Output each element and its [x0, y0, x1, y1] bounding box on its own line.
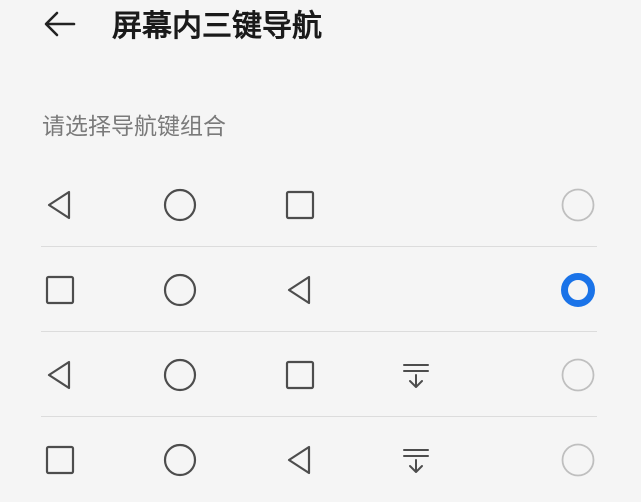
app-bar: 屏幕内三键导航 — [0, 0, 641, 60]
nav-option-row[interactable] — [0, 332, 641, 417]
page-title: 屏幕内三键导航 — [112, 9, 322, 44]
home-circle-icon — [160, 440, 200, 480]
back-triangle-icon — [40, 185, 80, 225]
recents-square-icon — [40, 440, 80, 480]
nav-option-row[interactable] — [0, 417, 641, 502]
section-label: 请选择导航键组合 — [42, 114, 226, 140]
notification-pulldown-icon — [396, 440, 436, 480]
recents-square-icon — [280, 185, 320, 225]
radio-button-selected[interactable] — [561, 272, 595, 307]
recents-square-icon — [280, 355, 320, 395]
back-triangle-icon — [280, 270, 320, 310]
nav-option-row[interactable] — [0, 162, 641, 247]
recents-square-icon — [40, 270, 80, 310]
navigation-options-list — [0, 162, 641, 502]
back-button[interactable] — [36, 6, 84, 46]
nav-option-row[interactable] — [0, 247, 641, 332]
home-circle-icon — [160, 355, 200, 395]
radio-button[interactable] — [561, 443, 595, 477]
arrow-left-icon — [42, 9, 78, 43]
notification-pulldown-icon — [396, 355, 436, 395]
back-triangle-icon — [280, 440, 320, 480]
home-circle-icon — [160, 270, 200, 310]
radio-button[interactable] — [561, 358, 595, 392]
back-triangle-icon — [40, 355, 80, 395]
radio-button[interactable] — [561, 188, 595, 222]
home-circle-icon — [160, 185, 200, 225]
